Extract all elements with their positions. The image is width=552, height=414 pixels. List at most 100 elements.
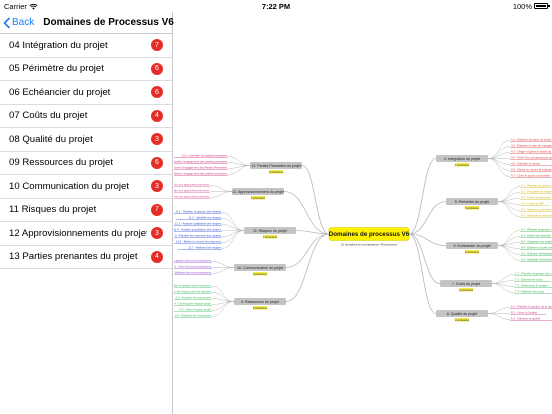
count-badge: 6 [151, 86, 163, 99]
branch-sub: 6 processus [465, 206, 480, 210]
branch-sub: 6 processus [253, 306, 268, 310]
center-title: Domaines de processus V6 [329, 231, 410, 238]
list-item[interactable]: 07 Coûts du projet 4 [0, 105, 172, 128]
count-badge: 3 [151, 227, 163, 240]
leaf-label: 4.1 - Elaborer la charte du projet [511, 138, 551, 142]
leaf-label: 4.2 - Elaborer le plan de management du … [511, 144, 552, 148]
leaf-label: 13.3 - Gérer l'engagement des Parties Pr… [174, 166, 228, 170]
carrier-label: Carrier [4, 1, 27, 11]
domain-label: 06 Echéancier du projet [9, 86, 111, 98]
leaf-label: 9.5 - Gérer l'équipe projet [179, 308, 211, 312]
leaf-label: 9.6 - Maîtriser les ressources [175, 314, 212, 318]
branch-label: 11. Risques du projet [253, 229, 287, 233]
mindmap-canvas[interactable]: 13. Parties Prenantes du projet 4 process… [174, 12, 552, 414]
branch-link [285, 233, 330, 268]
list-item[interactable]: 10 Communication du projet 3 [0, 175, 172, 199]
leaf-label: 4.3 - Diriger et gérer le travail du pro… [511, 150, 552, 154]
domain-label: 09 Ressources du projet [9, 157, 113, 169]
leaf-label: 11.7 - Maîtriser les risques [188, 246, 221, 250]
branch-label: 8. Qualité du projet [447, 312, 477, 316]
branch-link [295, 230, 330, 235]
domain-list: 04 Intégration du projet 7 05 Périmètre d… [0, 34, 172, 269]
leaf-link [221, 230, 245, 243]
leaf-label: 4.4 - Gérer les connaissances du projet [511, 156, 552, 160]
leaf-label: 11.4 - Analyse quantitative des risques [174, 228, 222, 232]
leaf-link [497, 186, 521, 202]
leaf-label: 5.5 - Valider le périmètre [521, 208, 552, 212]
leaf-label: 13.4 - Maîtriser l'engagement des partie… [174, 172, 228, 176]
branch-sub: 4 processus [459, 288, 474, 292]
count-badge: 4 [151, 250, 163, 263]
leaf-label: 9.3 - Acquérir les ressources [176, 296, 212, 300]
count-badge: 7 [151, 203, 163, 216]
leaf-label: 8.2 - Gérer la Qualité [511, 311, 538, 315]
leaf-label: 10.1 - Planifier la gestion des communic… [174, 259, 212, 263]
list-item[interactable]: 08 Qualité du projet 3 [0, 128, 172, 152]
leaf-link [487, 313, 511, 320]
mindmap-panel[interactable]: 13. Parties Prenantes du projet 4 process… [174, 12, 552, 414]
leaf-link [497, 230, 521, 246]
list-item[interactable]: 09 Ressources du projet 6 [0, 152, 172, 175]
branch-link [408, 158, 437, 235]
leaf-link [487, 146, 511, 159]
branch-label: 5. Périmètre du projet [455, 200, 490, 204]
back-label: Back [12, 17, 35, 28]
leaf-label: 12.2 - Procéder aux approvisionnements [174, 189, 210, 193]
list-item[interactable]: 13 Parties prenantes du projet 4 [0, 246, 172, 269]
branch-sub: 3 processus [253, 272, 268, 276]
status-bar: Carrier 7:22 PM 100% [0, 0, 552, 12]
leaf-label: 5.2 - Recueillir les exigences [521, 190, 552, 194]
count-badge: 4 [151, 109, 163, 122]
leaf-label: 6.1 - Planifier la gestion de l'échéanci… [521, 228, 552, 232]
branch-label: 9. Ressources du projet [241, 300, 279, 304]
leaf-link [487, 140, 511, 159]
list-item[interactable]: 05 Périmètre du projet 6 [0, 58, 172, 81]
branch-label: 13. Parties Prenantes du projet [251, 164, 301, 168]
leaf-label: 11.2 - Identifier les risques [188, 216, 221, 220]
domain-label: 05 Périmètre du projet [9, 63, 104, 75]
branch-link [408, 233, 437, 314]
leaf-label: 5.6 - Maîtriser le périmètre [521, 214, 552, 218]
branch-label: 7. Coûts du projet [452, 282, 480, 286]
leaf-label: 11.3 - Analyse qualitative des risques [175, 222, 222, 226]
leaf-label: 4.7 - Clore le projet ou la phase [511, 174, 550, 178]
leaf-label: 9.4 - Développer l'équipe projet [174, 302, 211, 306]
branch-sub: 7 processus [263, 235, 278, 239]
page-title: Domaines de Processus V6 [43, 17, 174, 28]
branch-sub: 3 processus [455, 318, 470, 322]
branch-label: 12. Approvisionnement du projet [232, 190, 284, 194]
branch-sub: 6 processus [465, 250, 480, 254]
leaf-label: 11.5 - Planifier les réponses aux risque… [174, 234, 222, 238]
leaf-link [487, 158, 511, 177]
count-badge: 6 [151, 62, 163, 75]
branch-label: 4. Intégration du projet [444, 157, 480, 161]
leaf-label: 6.4 - Estimer la durée des activités [521, 246, 552, 250]
leaf-link [487, 158, 511, 171]
leaf-label: 6.5 - Elaborer l'échéancier [521, 252, 552, 256]
list-item[interactable]: 06 Echéancier du projet 6 [0, 81, 172, 105]
domain-label: 07 Coûts du projet [9, 110, 88, 122]
leaf-label: 6.3 - Organiser les activités en séquenc… [521, 240, 552, 244]
leaf-label: 7.4 - Maîtriser les coûts [515, 290, 545, 294]
branch-link [301, 165, 330, 235]
list-item[interactable]: 04 Intégration du projet 7 [0, 34, 172, 58]
leaf-label: 4.6 - Mettre en œuvre la maîtrise intégr… [511, 168, 552, 172]
branch-sub: 7 processus [455, 163, 470, 167]
count-badge: 3 [151, 180, 163, 193]
leaf-label: 5.3 - Définir le périmètre [521, 196, 551, 200]
leaf-label: 13.2 - Planifier l'engagement des partie… [174, 160, 228, 164]
leaf-label: 7.2 - Estimer les coûts [515, 278, 543, 282]
leaf-label: 7.1 - Planifier la gestion des coûts [515, 272, 552, 276]
leaf-link [221, 212, 245, 231]
branch-sub: 3 processus [251, 196, 266, 200]
back-button[interactable]: Back [3, 16, 35, 29]
branch-label: 10. Communication du projet [237, 266, 283, 270]
leaf-label: 6.6 - Maîtriser l'échéancier [521, 258, 552, 262]
center-subtitle: 10 domaines de connaissance, 49 processu… [341, 243, 398, 247]
leaf-label: 9.2 - Estimer les ressources des activit… [174, 290, 212, 294]
branch-link [285, 233, 330, 302]
list-item[interactable]: 11 Risques du projet 7 [0, 199, 172, 222]
leaf-label: 12.1 - Planifier la gestion des approvis… [174, 183, 210, 187]
branch-link [408, 233, 441, 284]
list-item[interactable]: 12 Approvisionnements du projet 3 [0, 222, 172, 246]
